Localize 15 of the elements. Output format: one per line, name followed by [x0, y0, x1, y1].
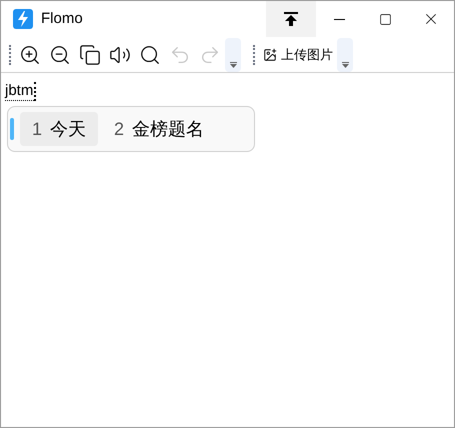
overflow-button[interactable]	[225, 38, 241, 72]
window-title: Flomo	[41, 8, 83, 29]
selection-indicator	[10, 118, 14, 140]
minimize-icon	[334, 18, 344, 20]
candidate-item[interactable]: 2 金榜题名	[102, 112, 216, 146]
pin-top-icon	[284, 12, 298, 26]
app-logo-icon	[13, 9, 33, 29]
caret-icon	[230, 62, 236, 68]
composition-text: jbtm	[5, 82, 36, 101]
caret-icon	[342, 62, 348, 68]
overflow-button[interactable]	[337, 38, 353, 72]
image-add-icon	[263, 48, 277, 62]
upload-image-button[interactable]: 上传图片	[259, 40, 337, 70]
maximize-icon	[378, 12, 392, 26]
pin-button[interactable]	[266, 1, 316, 37]
